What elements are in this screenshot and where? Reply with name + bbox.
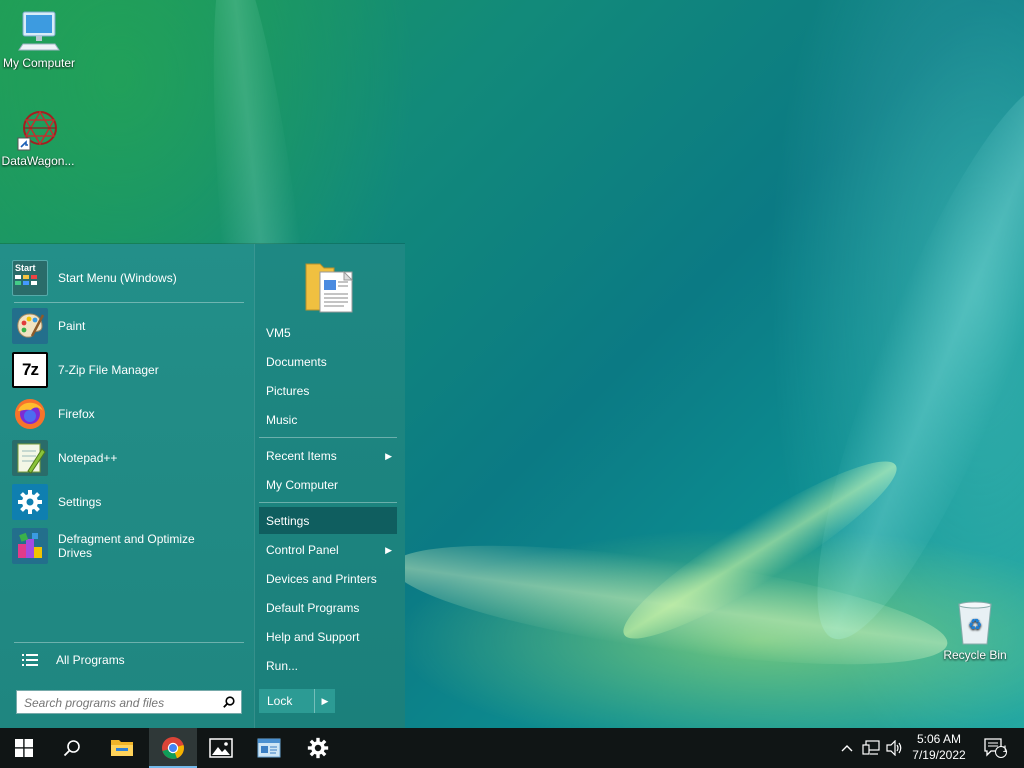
lock-button-label: Lock xyxy=(267,694,293,708)
divider xyxy=(259,502,397,503)
search-icon[interactable] xyxy=(223,696,235,708)
speaker-icon xyxy=(886,740,902,756)
chevron-up-icon xyxy=(841,745,853,752)
place-link-documents[interactable]: Documents xyxy=(266,350,396,374)
pinned-app-label: Firefox xyxy=(58,407,95,421)
notification-center-button[interactable]: 1 xyxy=(978,728,1012,768)
pinned-app-settings[interactable]: Settings xyxy=(12,482,248,522)
documents-folder-icon xyxy=(305,263,354,313)
chrome-button[interactable] xyxy=(149,728,197,768)
notepad-plus-plus-icon xyxy=(12,440,48,476)
divider xyxy=(259,437,397,438)
show-hidden-icons-button[interactable] xyxy=(838,728,856,768)
photos-button[interactable] xyxy=(197,728,245,768)
search-icon xyxy=(63,740,80,757)
volume-tray-button[interactable] xyxy=(884,728,906,768)
pinned-app-label: Defragment and Optimize Drives xyxy=(58,532,195,560)
windows-logo-icon xyxy=(15,739,33,757)
notification-count-badge: 1 xyxy=(1002,744,1008,754)
network-icon xyxy=(862,740,880,755)
file-explorer-button[interactable] xyxy=(98,728,146,768)
pinned-app-label: Settings xyxy=(58,495,102,509)
network-tray-button[interactable] xyxy=(860,728,882,768)
place-link-settings[interactable]: Settings xyxy=(266,509,396,533)
desktop-icon-label: DataWagon... xyxy=(1,154,75,168)
search-input[interactable] xyxy=(22,692,216,714)
start-button[interactable] xyxy=(0,728,48,768)
power-options-arrow-icon[interactable]: ▶ xyxy=(314,689,335,713)
pinned-app-paint[interactable]: Paint xyxy=(12,306,248,346)
folder-icon xyxy=(111,740,133,756)
place-link-control-panel[interactable]: Control Panel ▶ xyxy=(266,538,396,562)
clock[interactable]: 5:06 AM 7/19/2022 xyxy=(905,731,973,763)
svg-text:♻: ♻ xyxy=(968,615,982,634)
gear-icon xyxy=(307,737,329,759)
wallpaper-light-beam xyxy=(772,57,1024,663)
pinned-app-notepad-plus-plus[interactable]: Notepad++ xyxy=(12,438,248,478)
start-menu-programs-pane: Start Start Menu (Windows) Paint 7z 7-Zi… xyxy=(0,244,254,728)
taskbar: 5:06 AM 7/19/2022 1 xyxy=(0,728,1024,768)
desktop-icon-recycle-bin[interactable]: ♻ Recycle Bin xyxy=(935,600,1015,662)
wallpaper-light-beam xyxy=(608,439,912,661)
divider xyxy=(14,302,244,303)
submenu-arrow-icon: ▶ xyxy=(385,451,392,461)
control-panel-button[interactable] xyxy=(245,728,293,768)
datawagon-icon xyxy=(17,110,57,151)
place-link-vm5[interactable]: VM5 xyxy=(266,321,396,345)
clock-time: 5:06 AM xyxy=(916,732,962,746)
start-menu: Start Start Menu (Windows) Paint 7z 7-Zi… xyxy=(0,244,405,728)
list-icon xyxy=(18,642,42,678)
submenu-arrow-icon: ▶ xyxy=(385,545,392,555)
place-link-recent-items[interactable]: Recent Items ▶ xyxy=(266,444,396,468)
computer-icon xyxy=(18,11,60,51)
settings-button[interactable] xyxy=(294,728,342,768)
all-programs-label: All Programs xyxy=(56,653,125,667)
desktop-icon-my-computer[interactable]: My Computer xyxy=(0,10,79,70)
desktop-icon-label: Recycle Bin xyxy=(943,648,1007,662)
user-picture[interactable] xyxy=(304,256,356,317)
start-menu-icon-label: Start xyxy=(15,263,36,273)
search-box[interactable] xyxy=(16,690,242,714)
desktop-icon-label: My Computer xyxy=(2,56,76,70)
place-link-help-and-support[interactable]: Help and Support xyxy=(266,625,396,649)
photos-icon xyxy=(209,738,233,758)
7zip-icon: 7z xyxy=(12,352,48,388)
place-link-run[interactable]: Run... xyxy=(266,654,396,678)
place-link-pictures[interactable]: Pictures xyxy=(266,379,396,403)
place-link-default-programs[interactable]: Default Programs xyxy=(266,596,396,620)
wallpaper-light-beam xyxy=(386,521,954,689)
pinned-app-7zip[interactable]: 7z 7-Zip File Manager xyxy=(12,350,248,390)
pinned-app-defragment[interactable]: Defragment and Optimize Drives xyxy=(12,526,248,566)
pinned-app-start-menu[interactable]: Start Start Menu (Windows) xyxy=(12,258,248,298)
search-button[interactable] xyxy=(48,728,96,768)
recycle-bin-icon: ♻ xyxy=(958,601,992,645)
defragment-icon xyxy=(12,528,48,564)
clock-date: 7/19/2022 xyxy=(912,748,966,762)
control-panel-icon xyxy=(257,738,281,758)
pinned-app-firefox[interactable]: Firefox xyxy=(12,394,248,434)
pinned-app-label: 7-Zip File Manager xyxy=(58,363,159,377)
firefox-icon xyxy=(12,396,48,432)
place-link-devices-and-printers[interactable]: Devices and Printers xyxy=(266,567,396,591)
all-programs-button[interactable]: All Programs xyxy=(12,640,248,680)
desktop-icon-datawagon[interactable]: DataWagon... xyxy=(0,108,78,168)
place-link-my-computer[interactable]: My Computer xyxy=(266,473,396,497)
start-menu-icon: Start xyxy=(12,260,48,296)
chrome-icon xyxy=(162,737,184,759)
gear-icon xyxy=(12,484,48,520)
pinned-app-label: Start Menu (Windows) xyxy=(58,271,177,285)
lock-button[interactable]: Lock ▶ xyxy=(259,689,335,713)
pinned-app-label: Paint xyxy=(58,319,86,333)
paint-palette-icon xyxy=(12,308,48,344)
pinned-app-label: Notepad++ xyxy=(58,451,118,465)
place-link-music[interactable]: Music xyxy=(266,408,396,432)
